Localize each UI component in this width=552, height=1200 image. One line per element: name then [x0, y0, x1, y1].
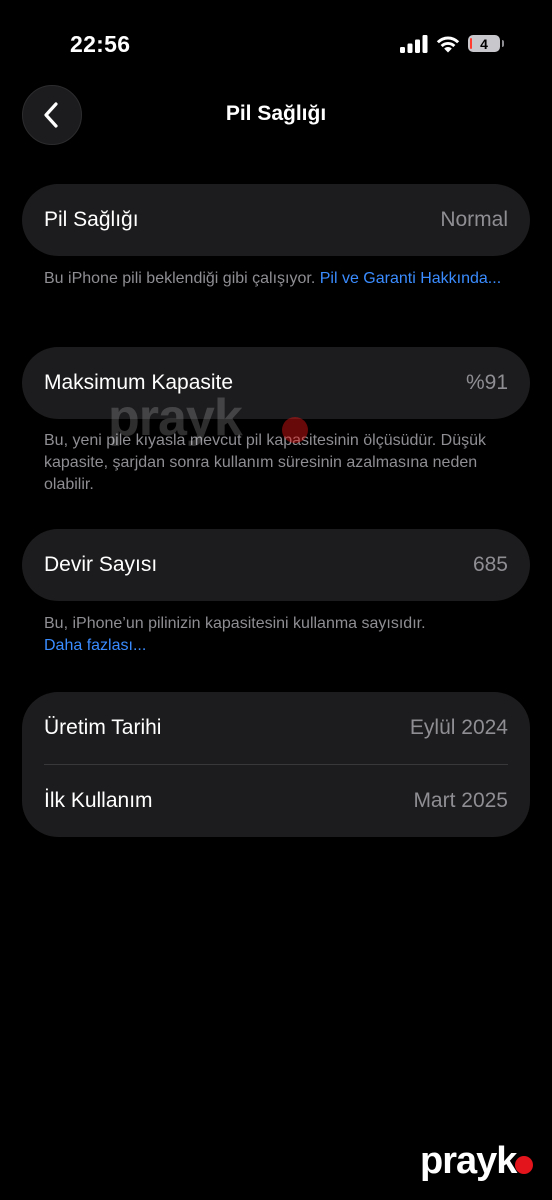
first-use-label: İlk Kullanım — [44, 789, 153, 812]
first-use-value: Mart 2025 — [413, 789, 508, 812]
cycle-count-footnote: Bu, iPhone’un pilinizin kapasitesini kul… — [44, 613, 514, 657]
nav-bar: Pil Sağlığı — [0, 84, 552, 148]
status-bar: 22:56 4 — [0, 0, 552, 80]
signal-icon — [400, 34, 428, 53]
battery-health-row[interactable]: Pil Sağlığı Normal — [22, 184, 530, 256]
battery-level-fill — [470, 38, 472, 49]
manufacture-date-row: Üretim Tarihi Eylül 2024 — [22, 692, 530, 764]
battery-health-footnote-text: Bu iPhone pili beklendiği gibi çalışıyor… — [44, 270, 320, 287]
battery-health-card: Pil Sağlığı Normal — [22, 184, 530, 256]
watermark-logo: prayk — [420, 1140, 517, 1182]
more-info-link[interactable]: Daha fazlası... — [44, 637, 146, 654]
page-title: Pil Sağlığı — [225, 102, 327, 125]
first-use-row: İlk Kullanım Mart 2025 — [22, 765, 530, 837]
wifi-icon — [436, 36, 460, 53]
watermark-dot-center — [282, 417, 308, 443]
cycle-count-row: Devir Sayısı 685 — [22, 529, 530, 601]
cycle-count-footnote-text: Bu, iPhone’un pilinizin kapasitesini kul… — [44, 615, 426, 632]
battery-health-value: Normal — [440, 208, 508, 231]
watermark-dot-logo — [515, 1156, 533, 1174]
battery-icon: 4 — [468, 35, 504, 52]
battery-health-footnote: Bu iPhone pili beklendiği gibi çalışıyor… — [44, 268, 514, 290]
manufacture-date-label: Üretim Tarihi — [44, 716, 162, 739]
cycle-count-card: Devir Sayısı 685 — [22, 529, 530, 601]
manufacture-date-value: Eylül 2024 — [409, 716, 508, 739]
cycle-count-label: Devir Sayısı — [44, 553, 158, 576]
watermark-center: prayk — [108, 389, 243, 447]
status-icons: 4 — [400, 34, 504, 53]
max-capacity-row: Maksimum Kapasite %91 — [22, 347, 530, 419]
max-capacity-value: %91 — [465, 371, 508, 394]
battery-level-text: 4 — [480, 35, 488, 52]
dates-card: Üretim Tarihi Eylül 2024 İlk Kullanım Ma… — [22, 692, 530, 837]
cycle-count-value: 685 — [472, 553, 508, 576]
status-time: 22:56 — [70, 31, 131, 57]
max-capacity-card: Maksimum Kapasite %91 — [22, 347, 530, 419]
battery-cap — [502, 40, 504, 47]
battery-health-label: Pil Sağlığı — [44, 208, 139, 231]
battery-warranty-link[interactable]: Pil ve Garanti Hakkında... — [320, 270, 501, 287]
